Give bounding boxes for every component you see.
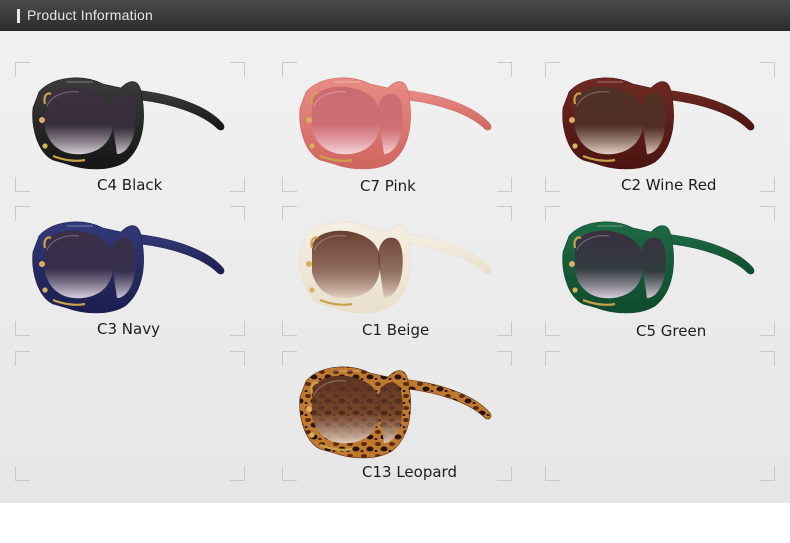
frame-corner-mark [282,466,297,481]
product-cell [282,62,512,192]
frame-corner-mark [15,351,30,366]
frame-corner-mark [760,466,775,481]
frame-corner-mark [545,466,560,481]
product-cell [15,206,245,336]
frame-corner-mark [282,177,297,192]
frame-corner-mark [497,321,512,336]
color-label: C4 Black [97,176,163,194]
frame-corner-mark [15,321,30,336]
color-label: C13 Leopard [362,463,457,481]
frame-corner-mark [230,177,245,192]
color-label: C3 Navy [97,320,160,338]
color-label: C2 Wine Red [621,176,717,194]
frame-corner-mark [545,351,560,366]
header-accent-bar [17,9,20,23]
frame-corner-mark [497,466,512,481]
product-cell [15,62,245,192]
product-cell [282,351,512,481]
color-label: C5 Green [636,322,707,340]
frame-corner-mark [230,351,245,366]
frame-corner-mark [15,177,30,192]
color-label: C7 Pink [360,177,416,195]
frame-corner-mark [545,321,560,336]
frame-corner-mark [760,321,775,336]
frame-corner-mark [282,321,297,336]
frame-corner-mark [230,466,245,481]
bottom-margin [0,503,790,543]
frame-corner-mark [230,321,245,336]
frame-corner-mark [760,177,775,192]
section-title: Product Information [27,7,153,23]
frame-corner-mark [760,351,775,366]
frame-corner-mark [15,466,30,481]
product-cell [282,206,512,336]
product-cell [545,351,775,481]
section-header: Product Information [0,0,790,31]
product-cell [15,351,245,481]
product-cell [545,206,775,336]
frame-corner-mark [545,177,560,192]
color-label: C1 Beige [362,321,430,339]
product-cell [545,62,775,192]
frame-corner-mark [497,177,512,192]
